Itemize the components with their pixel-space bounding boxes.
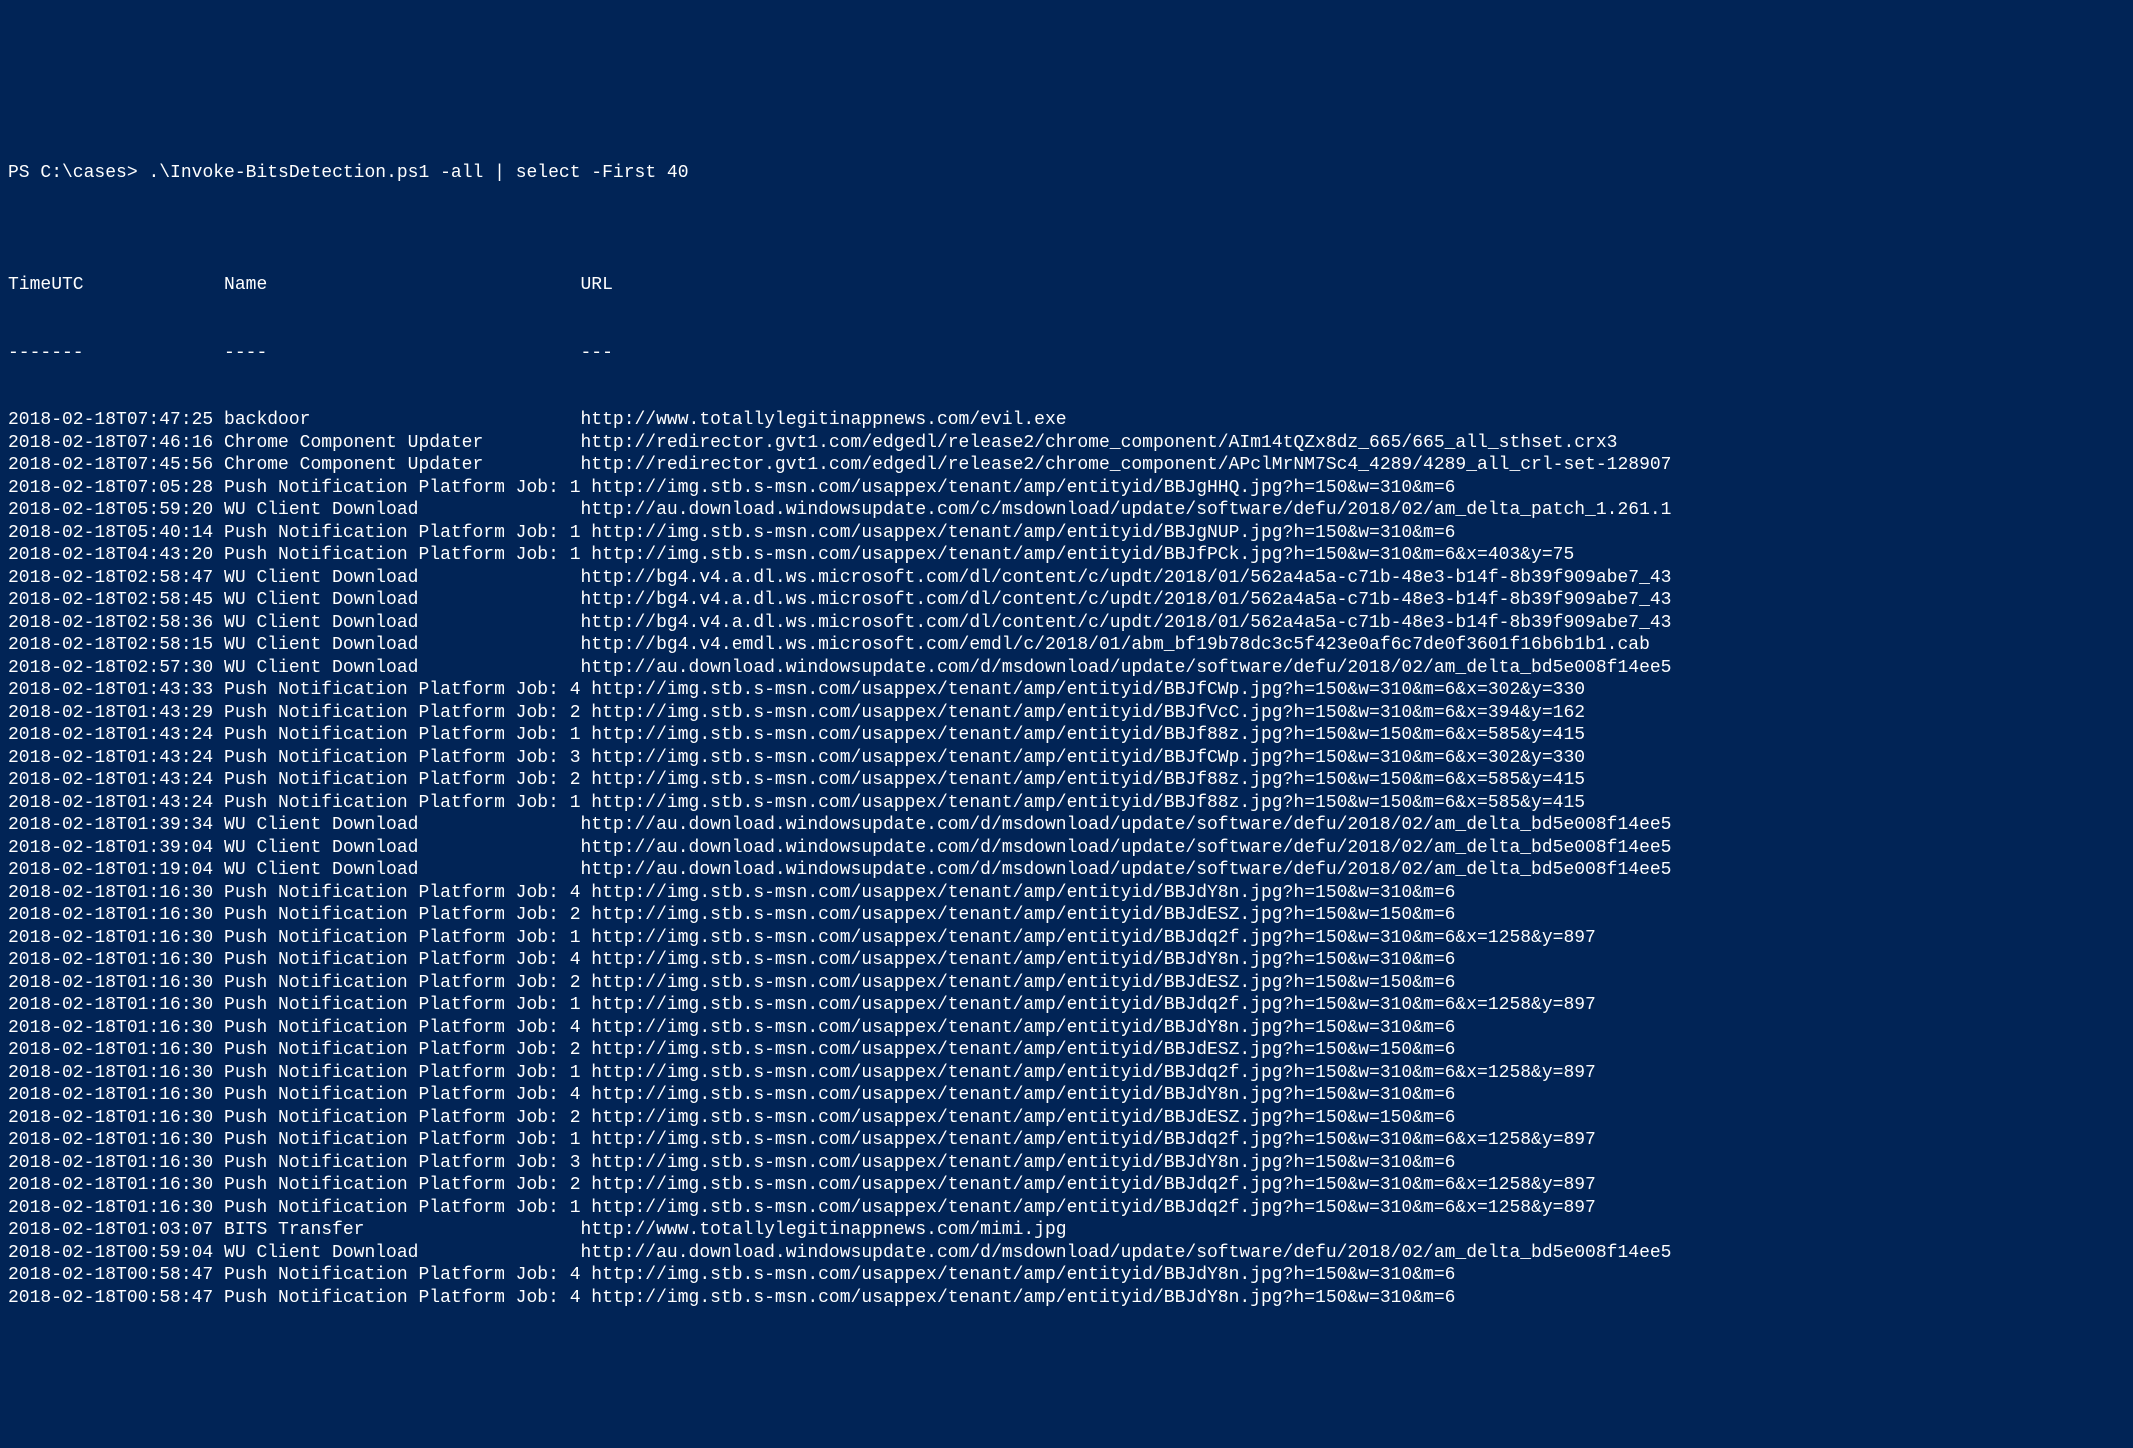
table-row: 2018-02-18T01:16:30 Push Notification Pl… [8, 1039, 2125, 1062]
table-row: 2018-02-18T01:16:30 Push Notification Pl… [8, 1107, 2125, 1130]
table-row: 2018-02-18T07:45:56 Chrome Component Upd… [8, 454, 2125, 477]
table-row: 2018-02-18T00:58:47 Push Notification Pl… [8, 1287, 2125, 1310]
table-row: 2018-02-18T05:59:20 WU Client Download h… [8, 499, 2125, 522]
table-row: 2018-02-18T04:43:20 Push Notification Pl… [8, 544, 2125, 567]
table-row: 2018-02-18T01:16:30 Push Notification Pl… [8, 972, 2125, 995]
table-row: 2018-02-18T01:39:34 WU Client Download h… [8, 814, 2125, 837]
prompt: PS C:\cases> [8, 163, 148, 183]
table-row: 2018-02-18T07:46:16 Chrome Component Upd… [8, 432, 2125, 455]
table-header: TimeUTC Name URL [8, 274, 2125, 297]
table-row: 2018-02-18T01:16:30 Push Notification Pl… [8, 927, 2125, 950]
table-row: 2018-02-18T01:16:30 Push Notification Pl… [8, 949, 2125, 972]
powershell-console[interactable]: PS C:\cases> .\Invoke-BitsDetection.ps1 … [0, 113, 2133, 1336]
prompt-line: PS C:\cases> .\Invoke-BitsDetection.ps1 … [8, 162, 2125, 185]
command: .\Invoke-BitsDetection.ps1 -all | select… [148, 163, 688, 183]
table-row: 2018-02-18T02:58:15 WU Client Download h… [8, 634, 2125, 657]
table-row: 2018-02-18T01:43:24 Push Notification Pl… [8, 747, 2125, 770]
table-row: 2018-02-18T01:19:04 WU Client Download h… [8, 859, 2125, 882]
table-row: 2018-02-18T01:43:24 Push Notification Pl… [8, 792, 2125, 815]
table-row: 2018-02-18T02:58:47 WU Client Download h… [8, 567, 2125, 590]
table-row: 2018-02-18T07:47:25 backdoor http://www.… [8, 409, 2125, 432]
table-row: 2018-02-18T01:03:07 BITS Transfer http:/… [8, 1219, 2125, 1242]
table-header-separator: ------- ---- --- [8, 342, 2125, 365]
table-row: 2018-02-18T01:16:30 Push Notification Pl… [8, 904, 2125, 927]
table-row: 2018-02-18T07:05:28 Push Notification Pl… [8, 477, 2125, 500]
table-row: 2018-02-18T01:43:33 Push Notification Pl… [8, 679, 2125, 702]
table-row: 2018-02-18T01:16:30 Push Notification Pl… [8, 1129, 2125, 1152]
table-row: 2018-02-18T01:39:04 WU Client Download h… [8, 837, 2125, 860]
table-row: 2018-02-18T05:40:14 Push Notification Pl… [8, 522, 2125, 545]
table-row: 2018-02-18T02:58:36 WU Client Download h… [8, 612, 2125, 635]
table-body: 2018-02-18T07:47:25 backdoor http://www.… [8, 409, 2125, 1309]
table-row: 2018-02-18T01:16:30 Push Notification Pl… [8, 882, 2125, 905]
table-row: 2018-02-18T01:16:30 Push Notification Pl… [8, 1062, 2125, 1085]
table-row: 2018-02-18T02:57:30 WU Client Download h… [8, 657, 2125, 680]
table-row: 2018-02-18T01:16:30 Push Notification Pl… [8, 994, 2125, 1017]
table-row: 2018-02-18T01:43:29 Push Notification Pl… [8, 702, 2125, 725]
table-row: 2018-02-18T01:43:24 Push Notification Pl… [8, 724, 2125, 747]
table-row: 2018-02-18T01:16:30 Push Notification Pl… [8, 1084, 2125, 1107]
table-row: 2018-02-18T01:16:30 Push Notification Pl… [8, 1174, 2125, 1197]
table-row: 2018-02-18T01:16:30 Push Notification Pl… [8, 1197, 2125, 1220]
table-row: 2018-02-18T01:16:30 Push Notification Pl… [8, 1152, 2125, 1175]
table-row: 2018-02-18T00:59:04 WU Client Download h… [8, 1242, 2125, 1265]
table-row: 2018-02-18T02:58:45 WU Client Download h… [8, 589, 2125, 612]
table-row: 2018-02-18T01:43:24 Push Notification Pl… [8, 769, 2125, 792]
table-row: 2018-02-18T00:58:47 Push Notification Pl… [8, 1264, 2125, 1287]
table-row: 2018-02-18T01:16:30 Push Notification Pl… [8, 1017, 2125, 1040]
